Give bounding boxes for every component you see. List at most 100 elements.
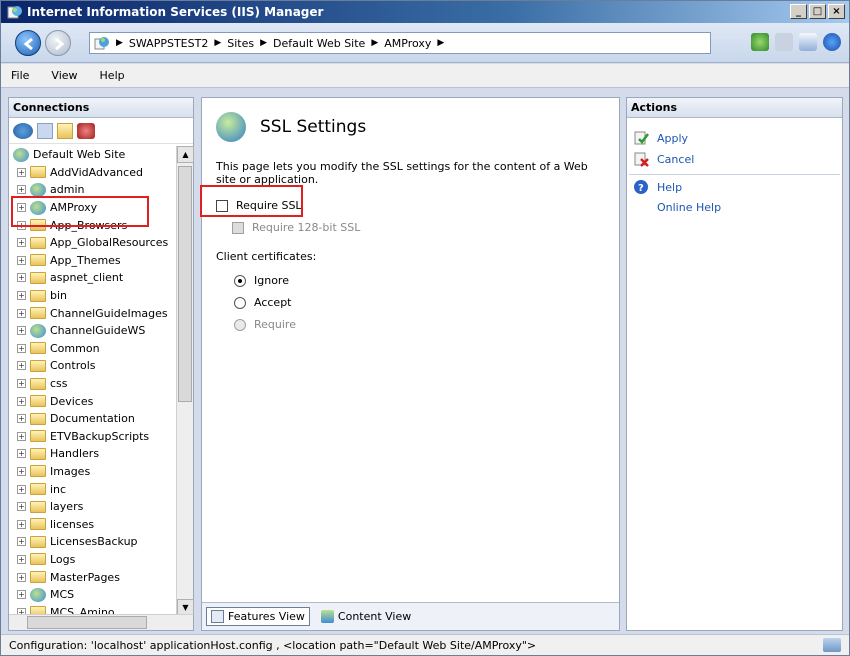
expand-icon[interactable]: + [17,466,26,476]
tree-item[interactable]: + MCS [9,586,175,604]
cancel-action[interactable]: Cancel [633,151,694,167]
tree-root-default-web-site[interactable]: Default Web Site [9,146,175,164]
radio-ignore[interactable] [234,274,246,287]
expand-icon[interactable]: + [17,537,26,547]
tree-item[interactable]: + ETVBackupScripts [9,428,175,446]
tab-features-view[interactable]: Features View [206,607,310,626]
tree-item[interactable]: + Documentation [9,410,175,428]
help-icon[interactable] [823,33,841,51]
up-folder-icon[interactable] [57,122,73,139]
address-bar[interactable]: ▶ SWAPPSTEST2 ▶ Sites ▶ Default Web Site ▶ A… [89,32,711,54]
breadcrumb-end[interactable]: ▶ [437,38,450,48]
breadcrumb-amproxy[interactable]: AMProxy [384,37,431,50]
connect-icon[interactable] [13,122,33,139]
minimize-button[interactable]: _ [790,4,807,19]
tree-item[interactable]: + AMProxy [9,199,175,217]
expand-icon[interactable]: + [17,554,26,564]
tree-item[interactable]: + css [9,375,175,393]
breadcrumb[interactable]: ▶ AMProxy [371,37,431,50]
breadcrumb[interactable]: ▶ Sites [214,37,254,50]
help-action[interactable]: ? Help [633,179,682,195]
tree-item[interactable]: + App_Themes [9,252,175,270]
refresh-icon[interactable] [751,33,769,51]
menu-help[interactable]: Help [98,67,127,84]
tree-item[interactable]: + bin [9,287,175,305]
online-help-link[interactable]: Online Help [657,201,721,214]
tree-item[interactable]: + Common [9,340,175,358]
tree-item-label: Default Web Site [33,148,126,162]
tree-item[interactable]: + Logs [9,551,175,569]
window-title: Internet Information Services (IIS) Mana… [27,5,324,19]
menu-file[interactable]: File [9,67,31,84]
close-button[interactable]: × [828,4,845,19]
maximize-button[interactable]: □ [809,4,826,19]
forward-arrow-icon[interactable] [45,30,71,56]
folder-icon [30,359,46,372]
expand-icon[interactable]: + [17,379,26,389]
tree-item[interactable]: + ChannelGuideWS [9,322,175,340]
menu-view[interactable]: View [49,67,79,84]
tree-item[interactable]: + MasterPages [9,568,175,586]
expand-icon[interactable]: + [17,185,26,195]
save-icon[interactable] [37,122,53,139]
tree-item[interactable]: + AddVidAdvanced [9,164,175,182]
breadcrumb-default-web-site[interactable]: Default Web Site [273,37,365,50]
expand-icon[interactable]: + [17,220,26,230]
tree-item[interactable]: + licenses [9,515,175,533]
expand-icon[interactable]: + [17,343,26,353]
apply-action[interactable]: Apply [633,130,688,146]
expand-icon[interactable]: + [17,484,26,494]
tree-item-label: bin [50,289,68,303]
breadcrumb-server[interactable]: SWAPPSTEST2 [129,37,208,50]
tree-item[interactable]: + Controls [9,357,175,375]
tab-label: Features View [228,610,305,623]
horizontal-scrollbar[interactable] [9,614,193,630]
expand-icon[interactable]: + [17,590,26,600]
expand-icon[interactable]: + [17,308,26,318]
scroll-up-icon[interactable]: ▲ [177,146,194,163]
breadcrumb[interactable]: ▶ Default Web Site [260,37,365,50]
tree-item[interactable]: + aspnet_client [9,269,175,287]
expand-icon[interactable]: + [17,291,26,301]
tree-item[interactable]: + LicensesBackup [9,533,175,551]
tree-item[interactable]: + App_Browsers [9,216,175,234]
radio-accept-option[interactable]: Accept [234,296,292,309]
stop-icon[interactable] [775,33,793,51]
tree-item[interactable]: + App_GlobalResources [9,234,175,252]
expand-icon[interactable]: + [17,414,26,424]
expand-icon[interactable]: + [17,519,26,529]
tab-content-view[interactable]: Content View [316,607,416,626]
expand-icon[interactable]: + [17,449,26,459]
radio-require-option: Require [234,318,296,331]
tree-item[interactable]: + ChannelGuideImages [9,304,175,322]
home-icon[interactable] [799,33,817,51]
expand-icon[interactable]: + [17,255,26,265]
expand-icon[interactable]: + [17,431,26,441]
scroll-thumb[interactable] [27,616,147,629]
expand-icon[interactable]: + [17,361,26,371]
tree-item[interactable]: + Images [9,463,175,481]
scroll-thumb[interactable] [178,166,192,402]
delete-connection-icon[interactable] [77,122,95,139]
radio-accept[interactable] [234,296,246,309]
tree-item[interactable]: + admin [9,181,175,199]
expand-icon[interactable]: + [17,326,26,336]
require-ssl-checkbox[interactable] [216,199,228,212]
expand-icon[interactable]: + [17,502,26,512]
expand-icon[interactable]: + [17,572,26,582]
tree-item[interactable]: + Devices [9,392,175,410]
radio-ignore-option[interactable]: Ignore [234,274,289,287]
back-arrow-icon[interactable] [15,30,41,56]
expand-icon[interactable]: + [17,167,26,177]
vertical-scrollbar[interactable]: ▲ ▼ [176,146,194,616]
expand-icon[interactable]: + [17,238,26,248]
expand-icon[interactable]: + [17,396,26,406]
breadcrumb-sites[interactable]: Sites [227,37,254,50]
tree-item[interactable]: + layers [9,498,175,516]
require-ssl-option[interactable]: Require SSL [216,199,302,212]
breadcrumb[interactable]: ▶ SWAPPSTEST2 [116,37,208,50]
tree-item[interactable]: + inc [9,480,175,498]
tree-item[interactable]: + Handlers [9,445,175,463]
expand-icon[interactable]: + [17,203,26,213]
expand-icon[interactable]: + [17,273,26,283]
